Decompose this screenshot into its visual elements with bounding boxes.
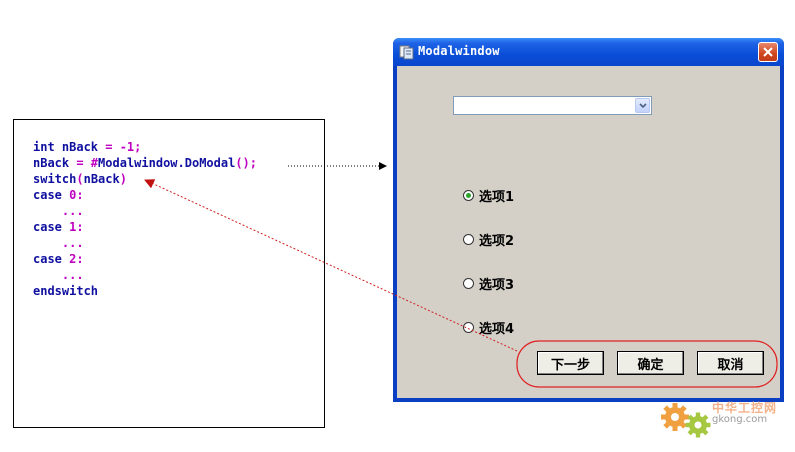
annotation-overlay <box>144 162 778 388</box>
watermark-url: gkong.com <box>712 414 768 425</box>
buttons-highlight-ellipse <box>516 340 778 388</box>
return-value-arrow <box>144 179 518 352</box>
